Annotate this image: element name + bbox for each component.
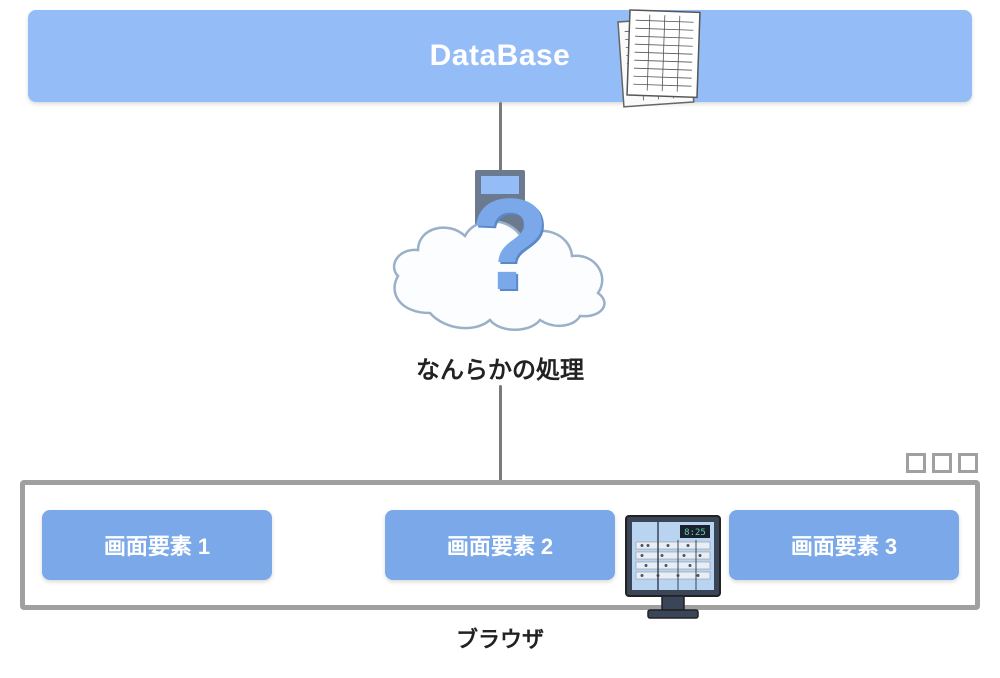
connector-line-bottom: [499, 385, 502, 485]
question-mark-icon: ?: [470, 160, 549, 329]
browser-label: ブラウザ: [0, 622, 1000, 654]
window-controls: [906, 453, 978, 473]
processing-label: なんらかの処理: [0, 350, 1000, 385]
screen-element-1-label: 画面要素 1: [104, 529, 210, 561]
spreadsheet-papers-icon: [600, 0, 710, 115]
processing-cloud: ?: [380, 160, 620, 360]
window-control-box: [906, 453, 926, 473]
screen-element-3-label: 画面要素 3: [791, 529, 897, 561]
screen-element-1: 画面要素 1: [42, 510, 272, 580]
screen-element-2: 画面要素 2: [385, 510, 615, 580]
database-title: DataBase: [430, 39, 571, 73]
monitor-icon: 8:25: [618, 510, 728, 630]
monitor-time: 8:25: [684, 528, 706, 538]
database-box: DataBase: [28, 10, 972, 102]
screen-element-2-label: 画面要素 2: [447, 529, 553, 561]
window-control-box: [958, 453, 978, 473]
window-control-box: [932, 453, 952, 473]
screen-element-3: 画面要素 3: [729, 510, 959, 580]
